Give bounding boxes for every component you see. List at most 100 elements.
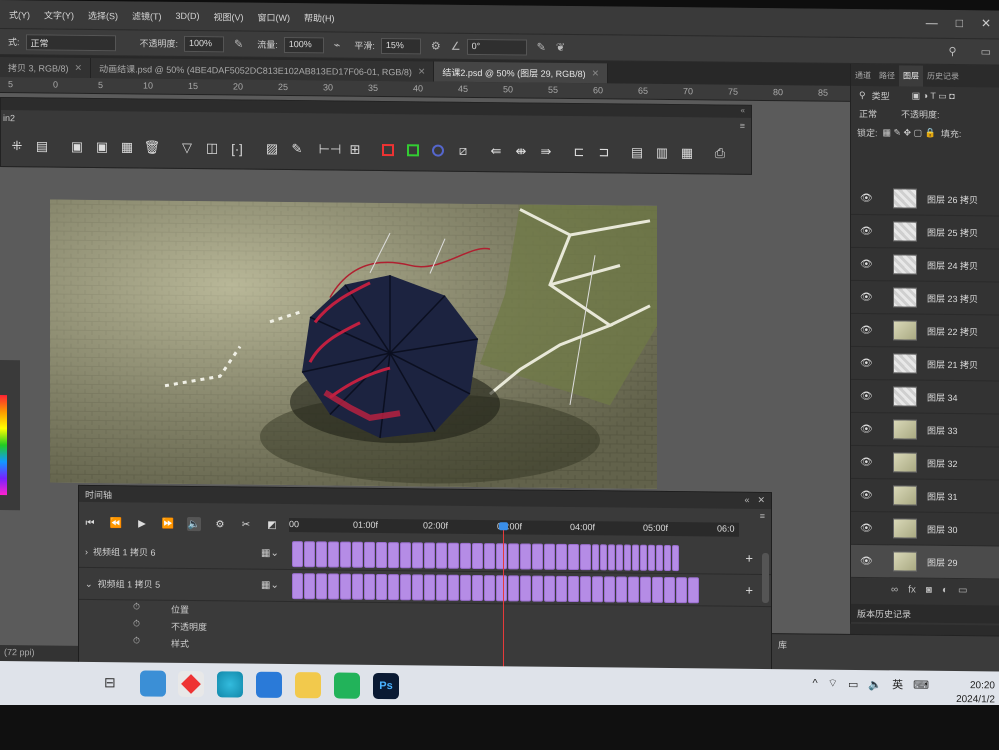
frame-clip[interactable] [640,544,647,571]
frame-clip[interactable] [640,576,651,603]
eye-icon[interactable]: 👁 [860,358,873,369]
layer-row[interactable]: 👁 图层 25 拷贝 [851,214,999,250]
eye-icon[interactable]: 👁 [860,226,873,237]
frame-clip[interactable] [292,540,303,567]
fx-icon[interactable]: fx [908,584,916,595]
close-button[interactable]: ✕ [981,16,991,30]
frame-clip[interactable] [656,544,663,571]
frame-clip[interactable] [364,541,375,568]
frame-clip[interactable] [328,540,339,568]
folder-icon[interactable]: ▭ [958,585,967,596]
frame-clip[interactable] [608,543,615,570]
blend-mode-select[interactable]: 正常 [859,106,877,119]
frame-clip[interactable] [604,575,615,602]
menu-item-text[interactable]: 文字(Y) [37,8,81,21]
align-right-icon[interactable]: ⇛ [538,144,554,160]
close-icon[interactable]: ✕ [418,66,426,77]
frame-clip[interactable] [436,574,447,601]
time-ruler[interactable]: 00 01:00f 02:00f 03:00f 04:00f 05:00f 06… [289,518,739,537]
adjustment-icon[interactable]: ◐ [942,584,948,595]
frame-clip[interactable] [624,544,631,571]
frame-clip[interactable] [388,541,399,568]
airbrush-icon[interactable]: ⌁ [334,38,341,51]
playhead-handle[interactable] [499,522,508,531]
pressure-size-icon[interactable]: ✎ [537,41,546,54]
tab-channels[interactable]: 通道 [851,69,875,80]
pencil-icon[interactable]: ✎ [289,141,305,157]
task-view-icon[interactable]: ⊟ [104,674,116,691]
battery-icon[interactable]: ▭ [848,677,858,690]
close-icon[interactable]: ✕ [75,62,83,73]
eye-icon[interactable]: 👁 [860,325,873,336]
photoshop-icon[interactable]: Ps [373,672,399,700]
layer-row[interactable]: 👁 图层 33 [851,412,999,448]
frame-clip[interactable] [316,572,327,599]
frame-clip[interactable] [648,544,655,571]
layer-row[interactable]: 👁 图层 29 [851,544,999,580]
layer-row[interactable]: 👁 图层 24 拷贝 [851,247,999,283]
eye-icon[interactable]: 👁 [860,490,873,501]
note-icon[interactable]: ▤ [629,145,645,161]
frame-clip[interactable] [328,572,339,600]
frame-clip[interactable] [424,573,435,601]
expand-icon[interactable]: ⊞ [347,142,363,158]
menu-item-filter[interactable]: 滤镜(T) [125,9,169,22]
frame-clip[interactable] [592,575,603,602]
angle-field[interactable]: 0° [466,38,527,56]
frame-clip[interactable] [424,541,435,569]
frame-clip[interactable] [508,542,519,569]
wechat-icon[interactable] [334,672,360,699]
frame-clip[interactable] [304,572,315,599]
video-track-frames[interactable] [292,572,699,603]
notes-icon[interactable]: ▥ [654,145,670,161]
eye-icon[interactable]: 👁 [860,523,873,534]
pressure-opacity-icon[interactable]: ✎ [234,37,243,50]
eye-icon[interactable]: 👁 [860,556,873,567]
app-red-diamond-icon[interactable] [178,670,204,698]
frame-clip[interactable] [664,544,671,571]
opacity-field[interactable]: 100% [184,35,225,52]
lock-icons[interactable]: ▦ ✎ ✥ ▢ 🔒 [883,127,936,139]
layer-row[interactable]: 👁 图层 22 拷贝 [851,313,999,349]
trash-icon[interactable]: 🗑 [144,140,161,156]
tab-copy3[interactable]: 拷贝 3, RGB/8) ✕ [0,57,92,78]
timeline-menu-icon[interactable]: ≡ [760,511,765,521]
tab-final2[interactable]: 结课2.psd @ 50% (图层 29, RGB/8) ✕ [434,61,609,84]
frame-clip[interactable] [568,543,579,570]
video-track-frames[interactable] [292,540,679,571]
frame-clip[interactable] [664,576,675,603]
frame-clip[interactable] [376,541,387,568]
close-icon[interactable]: ✕ [592,68,600,79]
tab-layers[interactable]: 图层 [899,64,923,87]
canvas-image[interactable] [50,199,657,489]
eye-icon[interactable]: 👁 [860,391,873,402]
slash-icon[interactable]: ⧄ [455,143,471,159]
first-frame-icon[interactable]: ⏮ [83,516,97,530]
hue-slider[interactable] [0,395,7,496]
minimize-button[interactable]: — [926,16,938,30]
frame-clip[interactable] [592,543,599,570]
version-history-tab[interactable]: 版本历史记录 [851,603,999,624]
green-square-icon[interactable] [405,142,421,158]
menu-item-help[interactable]: 帮助(H) [297,11,342,24]
frame-clip[interactable] [568,575,579,602]
film-icon[interactable]: ▦⌄ [261,548,279,559]
tab-history[interactable]: 历史记录 [923,70,963,81]
wifi-icon[interactable]: ⌔ [828,677,838,691]
frame-clip[interactable] [652,576,663,603]
play-icon[interactable]: ▶ [135,516,149,530]
frame-clip[interactable] [436,542,447,569]
menu-item-select[interactable]: 选择(S) [81,8,125,21]
stopwatch-icon[interactable]: ⏱ [133,618,140,629]
menu-item-3d[interactable]: 3D(D) [169,11,207,21]
frame-clip[interactable] [520,574,531,602]
align-left-icon[interactable]: ⇚ [488,143,504,159]
add-media-button[interactable]: + [745,583,753,598]
layers-icon[interactable]: ◫ [204,140,220,156]
notes-stack-icon[interactable]: ▦ [679,145,695,161]
timeline-scrollbar[interactable] [762,552,769,604]
copy-layer-icon[interactable]: ▣ [94,139,110,155]
menu-item-type[interactable]: 式(Y) [2,8,37,21]
frame-clip[interactable] [688,576,699,603]
panel-menu-icon[interactable]: ≡ [740,121,745,131]
